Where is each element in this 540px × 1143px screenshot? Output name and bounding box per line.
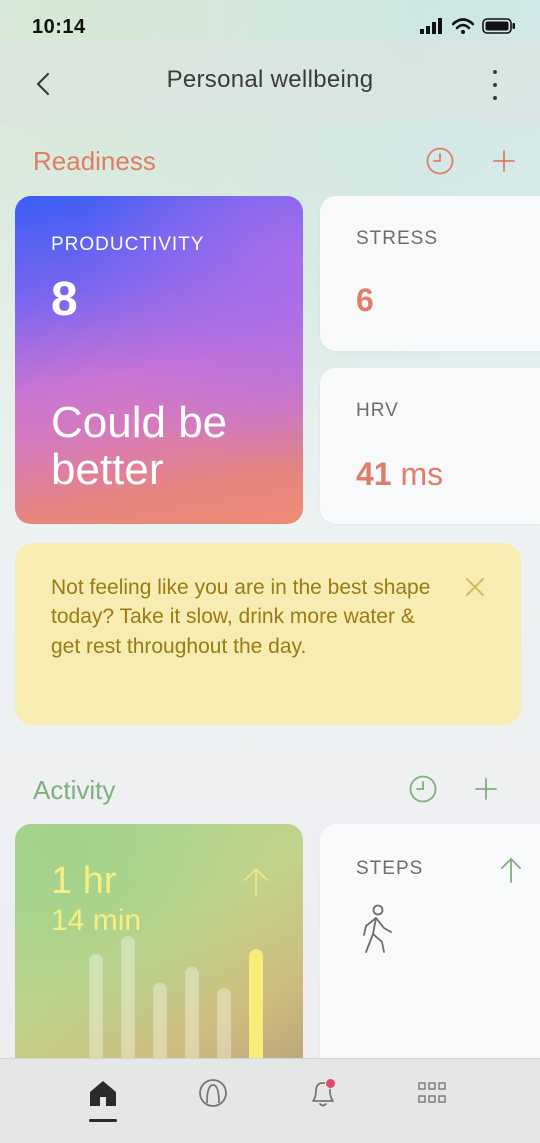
steps-label: STEPS [356,858,424,879]
home-icon [90,1081,116,1106]
trend-up-icon [500,856,522,889]
status-time: 10:14 [32,16,86,38]
hrv-reading: 41 ms [356,456,443,493]
battery-icon [482,18,515,34]
activity-duration-card[interactable]: 1 hr 14 min [15,824,303,1084]
signal-icon [420,18,442,34]
stress-label: STRESS [356,228,439,249]
hrv-value: 41 [356,456,392,492]
trend-up-icon [243,866,269,903]
close-icon [466,578,484,596]
notification-dot [325,1078,336,1089]
plus-icon [493,150,515,172]
page-title: Personal wellbeing [166,66,374,93]
clock-icon [426,147,454,175]
nav-apps[interactable] [412,1073,452,1113]
hrv-unit: ms [400,456,444,492]
activity-title: Activity [33,775,116,805]
more-dot [493,83,497,87]
wifi-icon [452,18,474,34]
walking-person-icon [358,904,396,961]
hrv-card[interactable]: HRV 41 ms [320,368,540,524]
clock-icon [409,775,437,803]
tip-close-button[interactable] [463,575,487,599]
readiness-add-button[interactable] [488,145,520,177]
tip-text: Not feeling like you are in the best sha… [51,576,431,658]
status-icons [420,18,516,34]
more-options-button[interactable] [490,70,500,100]
readiness-title: Readiness [33,146,156,176]
more-dot [493,96,497,100]
plus-icon [475,778,497,800]
apps-grid-icon [418,1082,446,1103]
productivity-message: Could be better [51,398,228,494]
tip-card: Not feeling like you are in the best sha… [15,543,521,725]
nav-notifications[interactable] [303,1073,343,1113]
stress-card[interactable]: STRESS 6 [320,196,540,351]
bottom-nav [0,1058,540,1143]
steps-card[interactable]: STEPS [320,824,540,1084]
more-dot [493,70,497,74]
activity-add-button[interactable] [470,773,502,805]
hrv-label: HRV [356,400,399,421]
activity-hours: 1 hr [51,860,117,902]
productivity-value: 8 [51,273,78,326]
activity-minutes: 14 min [51,904,142,937]
nav-home[interactable] [83,1073,123,1113]
ring-icon [199,1079,227,1107]
readiness-history-button[interactable] [424,145,456,177]
stress-value: 6 [356,282,374,318]
app-header: Personal wellbeing [0,40,540,124]
active-tab-indicator [89,1119,117,1122]
productivity-label: PRODUCTIVITY [51,234,205,255]
activity-history-button[interactable] [407,773,439,805]
nav-ring[interactable] [193,1073,233,1113]
productivity-card[interactable]: PRODUCTIVITY 8 Could be better [15,196,303,524]
